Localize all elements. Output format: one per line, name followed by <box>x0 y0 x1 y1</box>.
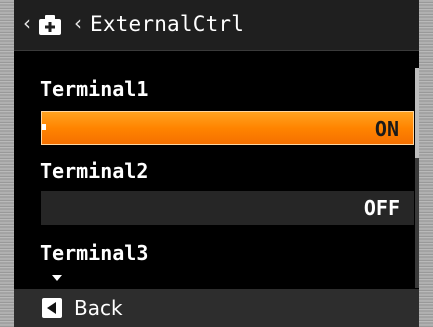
terminal1-label: Terminal1 <box>40 77 149 101</box>
scroll-down-icon[interactable] <box>52 275 62 281</box>
scrollbar-thumb[interactable] <box>415 68 419 158</box>
title-bar: ‹ ‹ ExternalCtrl <box>14 0 419 51</box>
terminal2-label: Terminal2 <box>40 159 149 183</box>
breadcrumb-chevron-icon: ‹ <box>74 11 82 35</box>
back-arrow-icon <box>42 298 62 318</box>
selection-marker <box>42 124 46 130</box>
back-label: Back <box>74 296 123 320</box>
camera-icon <box>39 15 61 35</box>
terminal2-value: OFF <box>363 196 400 220</box>
terminal1-setting-row[interactable]: ON <box>41 111 414 145</box>
scrollbar[interactable] <box>415 68 419 288</box>
terminal3-label: Terminal3 <box>40 241 149 265</box>
terminal1-value: ON <box>374 117 399 141</box>
bottom-bar: Back <box>14 289 419 327</box>
back-button[interactable]: Back <box>14 289 154 327</box>
terminal2-setting-row[interactable]: OFF <box>41 191 414 225</box>
page-title: ExternalCtrl <box>90 12 245 36</box>
back-chevron-icon[interactable]: ‹ <box>23 11 31 35</box>
camera-menu-screen: ‹ ‹ ExternalCtrl Terminal1 ON Terminal2 … <box>14 0 419 327</box>
